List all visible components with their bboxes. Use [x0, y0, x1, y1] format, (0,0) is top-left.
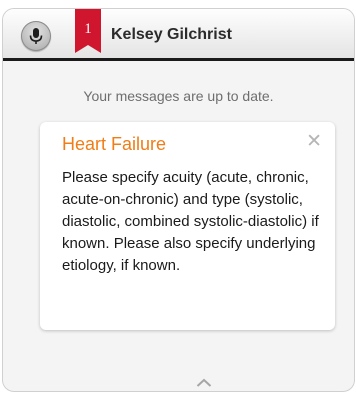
panel-header: 1 Kelsey Gilchrist [3, 9, 354, 61]
notification-count: 1 [84, 21, 92, 37]
close-icon[interactable]: ✕ [306, 132, 322, 152]
expand-button[interactable] [196, 375, 212, 391]
status-message: Your messages are up to date. [83, 88, 274, 104]
card-body-text: Please specify acuity (acute, chronic, a… [62, 169, 319, 274]
card-title: Heart Failure [62, 134, 167, 154]
messages-panel: 1 Kelsey Gilchrist Your messages are up … [2, 8, 355, 392]
message-card: Heart Failure ✕ Please specify acuity (a… [40, 122, 335, 330]
notification-count-badge[interactable]: 1 [75, 9, 101, 53]
patient-name: Kelsey Gilchrist [111, 26, 232, 43]
microphone-button[interactable] [21, 21, 51, 51]
chevron-up-icon [196, 378, 212, 387]
microphone-icon [29, 28, 43, 44]
